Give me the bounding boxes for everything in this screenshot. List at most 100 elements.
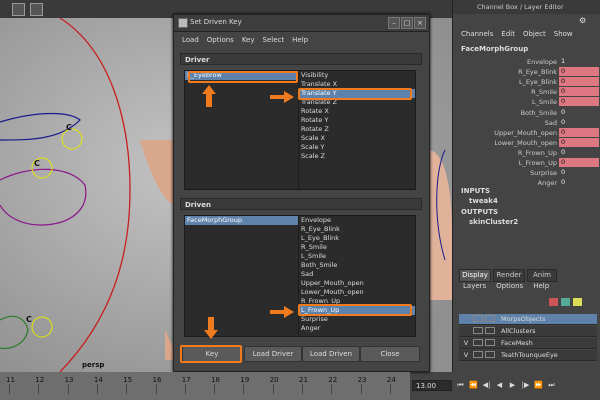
load-driver-button[interactable]: Load Driver [244,346,302,362]
step-back-key-icon[interactable]: ⏪ [468,380,479,391]
tab-anim[interactable]: Anim [527,269,557,282]
menu-show[interactable]: Show [554,30,573,38]
channel-value[interactable]: 0 [559,77,599,87]
channel-row[interactable]: Envelope 1 [453,57,600,67]
channel-name[interactable]: Sad [545,119,557,127]
driven-object-item[interactable]: FaceMorphGroup [185,216,300,225]
driven-attribute-item[interactable]: Both_Smile [299,261,415,270]
layer-name[interactable]: MorpsObjects [501,314,545,324]
channel-value[interactable]: 0 [559,127,599,137]
driven-attribute-item[interactable]: Envelope [299,216,415,225]
go-to-start-icon[interactable]: ⏮ [455,380,466,391]
channel-name[interactable]: R_Smile [531,88,557,96]
driver-attribute-item[interactable]: Rotate X [299,107,415,116]
current-time-field[interactable]: 13.00 [412,380,452,391]
layer-row[interactable]: V FaceMesh [459,338,597,349]
maximize-icon[interactable]: □ [401,17,413,29]
layer-display-type-icon[interactable] [473,327,483,334]
channel-name[interactable]: Lower_Mouth_open [494,139,557,147]
step-back-icon[interactable]: ◀| [481,380,492,391]
channel-value[interactable]: 0 [559,178,599,187]
layer-name[interactable]: AllClusters [501,326,536,336]
channel-value[interactable]: 0 [559,137,599,147]
channel-name[interactable]: R_Frown_Up [518,149,557,157]
channel-row[interactable]: L_Smile 0 [453,97,600,107]
go-to-end-icon[interactable]: ⏭ [546,380,557,391]
step-forward-icon[interactable]: |▶ [520,380,531,391]
close-icon[interactable]: × [414,17,426,29]
driven-object-list[interactable]: FaceMorphGroup [184,215,301,337]
channel-value[interactable]: 0 [559,148,599,157]
menu-help[interactable]: Help [533,282,549,290]
channel-row[interactable]: L_Frown_Up 0 [453,158,600,168]
driven-attribute-item[interactable]: R_Smile [299,243,415,252]
play-forward-icon[interactable]: ▶ [507,380,518,391]
driven-attribute-item[interactable]: Anger [299,324,415,333]
channel-name[interactable]: Both_Smile [521,109,557,117]
driven-attribute-item[interactable]: Upper_Mouth_open [299,279,415,288]
menu-edit[interactable]: Edit [501,30,515,38]
new-layer-icon[interactable] [549,298,558,306]
channel-row[interactable]: Both_Smile 0 [453,108,600,118]
dialog-title-bar[interactable]: Set Driven Key – □ × [174,15,429,32]
channel-row[interactable]: Lower_Mouth_open 0 [453,137,600,148]
settings-icon[interactable]: ⚙ [579,16,589,26]
channel-value[interactable]: 0 [559,87,599,97]
menu-help[interactable]: Help [292,36,308,44]
layer-visibility-toggle[interactable]: V [461,338,471,348]
channel-name[interactable]: L_Eye_Blink [519,78,557,86]
driven-attribute-item[interactable]: Lower_Mouth_open [299,288,415,297]
driver-attribute-item[interactable]: Scale X [299,134,415,143]
channel-row[interactable]: R_Eye_Blink 0 [453,67,600,77]
channel-row[interactable]: Upper_Mouth_open 0 [453,127,600,138]
layer-color-swatch-icon[interactable] [485,327,495,334]
menu-object[interactable]: Object [523,30,546,38]
layer-visibility-toggle[interactable]: V [461,350,471,360]
menu-options[interactable]: Options [207,36,234,44]
channel-name[interactable]: L_Frown_Up [519,159,557,167]
driven-attribute-item[interactable]: L_Eye_Blink [299,234,415,243]
close-button[interactable]: Close [360,346,420,362]
channel-value[interactable]: 0 [559,67,599,77]
channel-value[interactable]: 1 [559,57,599,66]
layer-color-swatch-icon[interactable] [485,315,495,322]
channel-name[interactable]: L_Smile [532,98,557,106]
layer-color-swatch-icon[interactable] [485,339,495,346]
driven-section-header[interactable]: Driven [180,198,422,210]
menu-options[interactable]: Options [496,282,523,290]
driver-attribute-item[interactable]: Visibility [299,71,415,80]
load-driven-button[interactable]: Load Driven [302,346,360,362]
channel-value[interactable]: 0 [559,118,599,127]
minimize-icon[interactable]: – [388,17,400,29]
channel-row[interactable]: Sad 0 [453,118,600,128]
channel-name[interactable]: R_Eye_Blink [518,68,557,76]
select-tool-icon[interactable] [12,3,25,16]
driver-attribute-item[interactable]: Scale Z [299,152,415,161]
selected-object-name[interactable]: FaceMorphGroup [461,45,528,53]
layer-options-icon[interactable] [573,298,582,306]
layer-row[interactable]: MorpsObjects [459,314,597,325]
driven-attribute-item[interactable]: L_Smile [299,252,415,261]
channel-row[interactable]: R_Frown_Up 0 [453,148,600,158]
layer-display-type-icon[interactable] [473,315,483,322]
tab-display[interactable]: Display [459,269,491,282]
menu-key[interactable]: Key [242,36,255,44]
new-layer-selected-icon[interactable] [561,298,570,306]
driven-attribute-item[interactable]: R_Eye_Blink [299,225,415,234]
layer-display-type-icon[interactable] [473,339,483,346]
time-slider[interactable]: 11 12 13 14 15 16 17 18 19 20 21 22 23 24 [0,372,410,400]
channel-row[interactable]: L_Eye_Blink 0 [453,77,600,87]
channel-name[interactable]: Surprise [530,169,557,177]
driver-attribute-item[interactable]: Rotate Y [299,116,415,125]
channel-value[interactable]: 0 [559,97,599,107]
driven-attribute-item[interactable]: Sad [299,270,415,279]
tab-render[interactable]: Render [493,269,525,282]
driver-attribute-item[interactable]: Rotate Z [299,125,415,134]
menu-layers[interactable]: Layers [463,282,486,290]
layer-name[interactable]: TeathTounqueEye [501,350,558,360]
menu-select[interactable]: Select [263,36,285,44]
layer-display-type-icon[interactable] [473,351,483,358]
layer-color-swatch-icon[interactable] [485,351,495,358]
layer-row[interactable]: AllClusters [459,326,597,337]
play-backward-icon[interactable]: ◀ [494,380,505,391]
